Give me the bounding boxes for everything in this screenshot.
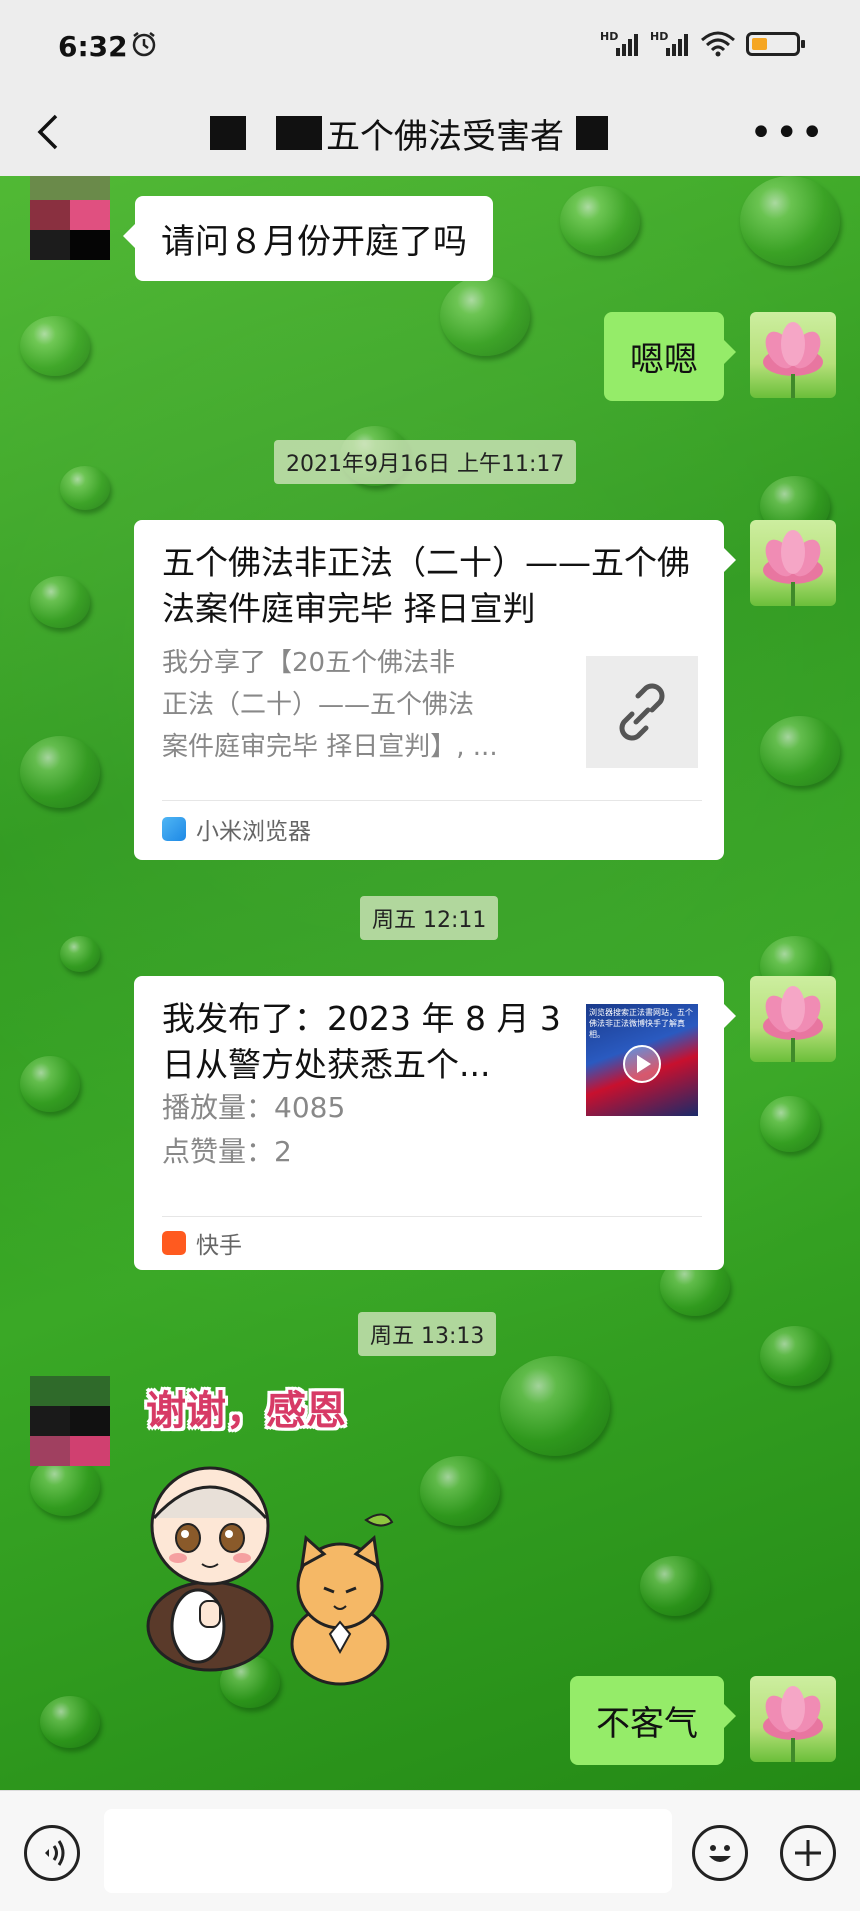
avatar[interactable] xyxy=(30,1376,110,1466)
card-stats: 播放量：4085 点赞量：2 xyxy=(162,1086,512,1174)
status-bar: 6:32 HD HD xyxy=(0,0,860,90)
like-count: 点赞量：2 xyxy=(162,1135,292,1168)
timestamp: 周五 13:13 xyxy=(358,1312,497,1356)
voice-icon[interactable] xyxy=(24,1825,80,1881)
divider xyxy=(162,1216,702,1217)
signal-icon-2: HD xyxy=(650,30,690,58)
redaction-block xyxy=(276,116,322,150)
plus-icon[interactable] xyxy=(780,1825,836,1881)
wifi-icon xyxy=(701,31,735,57)
avatar[interactable] xyxy=(750,312,836,398)
signal-icon: HD xyxy=(600,30,640,58)
chat-header: 五个佛法受害者 ••• xyxy=(0,90,860,176)
lotus-icon xyxy=(763,986,823,1062)
link-icon xyxy=(619,683,665,741)
lotus-icon xyxy=(763,1686,823,1762)
card-title: 五个佛法非正法（二十）——五个佛法案件庭审完毕 择日宣判 xyxy=(162,543,690,628)
link-thumbnail xyxy=(586,656,698,768)
play-icon xyxy=(623,1045,661,1083)
redaction-block xyxy=(576,116,608,150)
alarm-icon xyxy=(132,32,156,57)
card-description: 我分享了【20五个佛法非 正法（二十）——五个佛法 案件庭审完毕 择日宣判】, … xyxy=(162,648,498,762)
status-time: 6:32 xyxy=(58,30,128,63)
card-source: 快手 xyxy=(162,1226,242,1260)
divider xyxy=(162,800,702,801)
chat-title-area: 五个佛法受害者 xyxy=(210,106,608,160)
lotus-icon xyxy=(763,322,823,398)
sticker[interactable]: 谢谢，感恩 xyxy=(140,1376,420,1686)
battery-icon xyxy=(746,32,805,56)
video-thumbnail[interactable]: 浏览器搜索正法書网站，五个佛法非正法微博快手了解真相。 xyxy=(586,1004,698,1116)
chat-area[interactable]: 请问８月份开庭了吗 嗯嗯 2021年9月16日 上午11:17 五个佛法非正法（… xyxy=(0,176,860,1790)
link-card[interactable]: 五个佛法非正法（二十）——五个佛法案件庭审完毕 择日宣判 我分享了【20五个佛法… xyxy=(134,520,736,860)
kuaishou-icon xyxy=(162,1231,186,1255)
avatar[interactable] xyxy=(750,520,836,606)
more-icon[interactable]: ••• xyxy=(749,110,826,156)
input-bar xyxy=(0,1790,860,1911)
message-input[interactable] xyxy=(104,1809,672,1893)
video-card[interactable]: 我发布了：2023 年 8 月 3 日从警方处获悉五个... 播放量：4085 … xyxy=(134,976,736,1270)
avatar[interactable] xyxy=(750,976,836,1062)
message-text: 不客气 xyxy=(596,1704,698,1744)
message-text: 嗯嗯 xyxy=(630,340,698,380)
timestamp: 周五 12:11 xyxy=(360,896,499,940)
chat-title: 五个佛法受害者 xyxy=(326,116,564,157)
timestamp: 2021年9月16日 上午11:17 xyxy=(274,440,577,484)
chevron-left-icon[interactable] xyxy=(28,110,72,154)
lotus-icon xyxy=(763,530,823,606)
card-title: 我发布了：2023 年 8 月 3 日从警方处获悉五个... xyxy=(162,999,561,1084)
message-bubble[interactable]: 不客气 xyxy=(570,1676,736,1765)
emoji-icon[interactable] xyxy=(692,1825,748,1881)
status-icons: HD HD xyxy=(600,30,805,58)
monk-cat-sticker-icon xyxy=(146,1466,394,1686)
redaction-block xyxy=(210,116,246,150)
play-count: 播放量：4085 xyxy=(162,1091,346,1124)
xiaomi-browser-icon xyxy=(162,817,186,841)
avatar[interactable] xyxy=(30,176,110,260)
message-text: 请问８月份开庭了吗 xyxy=(161,222,467,262)
avatar[interactable] xyxy=(750,1676,836,1762)
message-bubble[interactable]: 嗯嗯 xyxy=(604,312,736,401)
card-source: 小米浏览器 xyxy=(162,812,311,846)
message-bubble[interactable]: 请问８月份开庭了吗 xyxy=(123,196,493,281)
